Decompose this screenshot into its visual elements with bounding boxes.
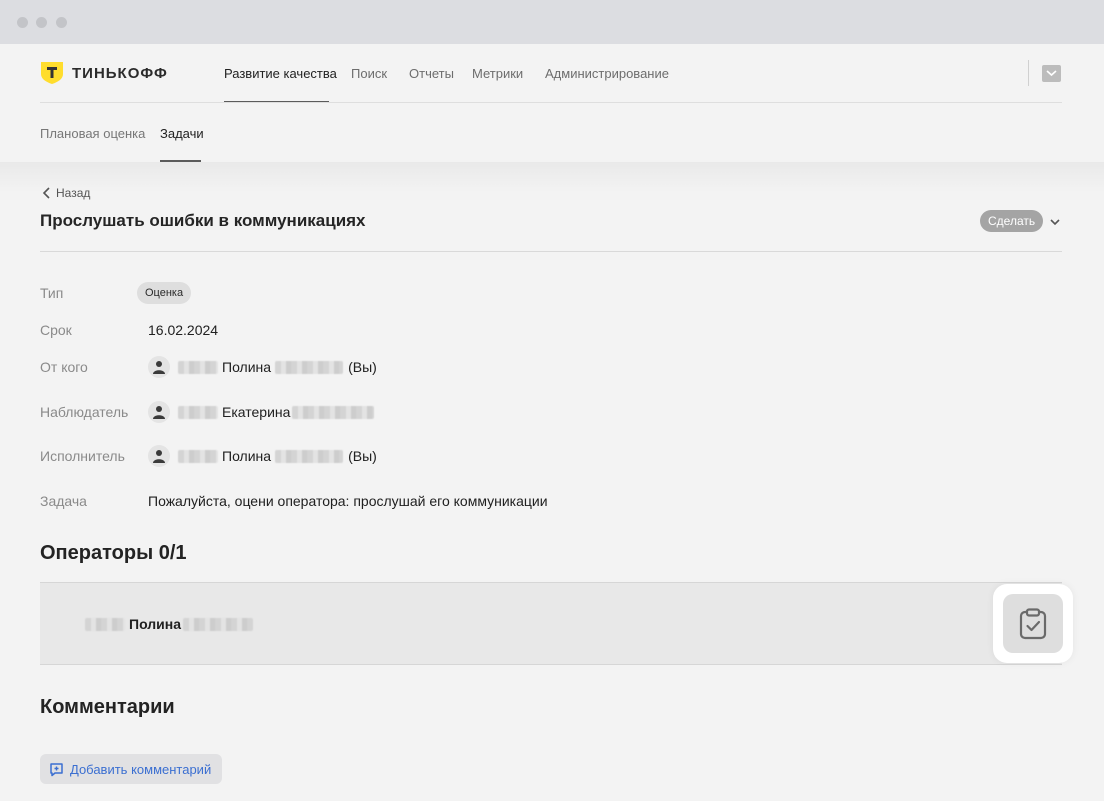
brand-logo[interactable]: ТИНЬКОФФ: [40, 61, 168, 85]
back-link-label: Назад: [56, 186, 91, 200]
brand-name: ТИНЬКОФФ: [72, 64, 168, 82]
nav-item-metrics[interactable]: Метрики: [472, 66, 523, 81]
subnav-item-planned-evaluation[interactable]: Плановая оценка: [40, 126, 145, 141]
nav-item-administration[interactable]: Администрирование: [545, 66, 669, 81]
chevron-down-icon: [1050, 219, 1060, 226]
avatar: [148, 445, 170, 467]
nav-item-reports[interactable]: Отчеты: [409, 66, 454, 81]
type-tag: Оценка: [137, 282, 192, 304]
person-first-name: Полина: [222, 448, 272, 464]
person-observer[interactable]: Екатерина: [148, 401, 375, 423]
list-item[interactable]: Полина: [85, 616, 254, 632]
person-self-suffix: (Вы): [348, 359, 377, 375]
page-title: Прослушать ошибки в коммуникациях: [40, 211, 366, 230]
mail-button[interactable]: [1042, 65, 1061, 82]
redacted-surname: [85, 617, 125, 631]
window-titlebar: [0, 0, 1104, 44]
subnav-item-tasks[interactable]: Задачи: [160, 126, 204, 141]
user-icon: [153, 450, 165, 463]
task-description: Пожалуйста, оцени оператора: прослушай е…: [148, 493, 548, 509]
redacted-surname: [178, 449, 218, 463]
avatar: [148, 401, 170, 423]
header-vertical-divider: [1028, 60, 1029, 86]
comment-add-icon: [50, 762, 63, 776]
actions-dropdown-button[interactable]: [1048, 215, 1062, 229]
deadline-value: 16.02.2024: [148, 322, 219, 338]
nav-item-quality[interactable]: Развитие качества: [224, 66, 337, 81]
chevron-left-icon: [42, 187, 50, 199]
person-first-name: Екатерина: [222, 404, 291, 420]
operator-first-name: Полина: [129, 616, 182, 632]
user-icon: [153, 361, 165, 374]
add-comment-label: Добавить комментарий: [70, 761, 212, 777]
redacted-patronymic: [292, 405, 375, 419]
nav-item-search[interactable]: Поиск: [351, 66, 387, 81]
redacted-surname: [178, 360, 218, 374]
avatar: [148, 356, 170, 378]
field-label-from: От кого: [40, 359, 88, 375]
evaluate-operator-button[interactable]: [1003, 594, 1063, 653]
do-button[interactable]: Сделать: [980, 210, 1044, 232]
clipboard-check-icon: [1019, 607, 1047, 639]
redacted-patronymic: [275, 360, 344, 374]
operators-list: Полина: [40, 582, 1062, 665]
app-header: ТИНЬКОФФ Развитие качества Поиск Отчеты …: [0, 44, 1104, 162]
field-label-assignee: Исполнитель: [40, 448, 125, 464]
person-assignee[interactable]: Полина (Вы): [148, 445, 377, 467]
evaluate-button-wrapper: [993, 584, 1073, 663]
window-minimize-button[interactable]: [36, 17, 47, 28]
redacted-patronymic: [275, 449, 344, 463]
mail-icon: [1046, 69, 1057, 76]
window-close-button[interactable]: [17, 17, 28, 28]
title-divider-line: [40, 251, 1062, 252]
user-icon: [153, 406, 165, 419]
field-label-deadline: Срок: [40, 322, 72, 338]
person-first-name: Полина: [222, 359, 272, 375]
brand-shield-icon: [40, 61, 64, 85]
field-label-type: Тип: [40, 285, 64, 301]
field-label-observer: Наблюдатель: [40, 404, 129, 420]
back-link[interactable]: Назад: [42, 186, 90, 200]
window-maximize-button[interactable]: [56, 17, 67, 28]
redacted-patronymic: [183, 617, 254, 631]
person-from[interactable]: Полина (Вы): [148, 356, 377, 378]
comments-title: Комментарии: [40, 696, 175, 718]
redacted-surname: [178, 405, 218, 419]
field-label-task: Задача: [40, 493, 87, 509]
operators-title: Операторы 0/1: [40, 542, 187, 564]
add-comment-button[interactable]: Добавить комментарий: [40, 754, 223, 784]
header-divider-line: [40, 102, 1062, 103]
person-self-suffix: (Вы): [348, 448, 377, 464]
